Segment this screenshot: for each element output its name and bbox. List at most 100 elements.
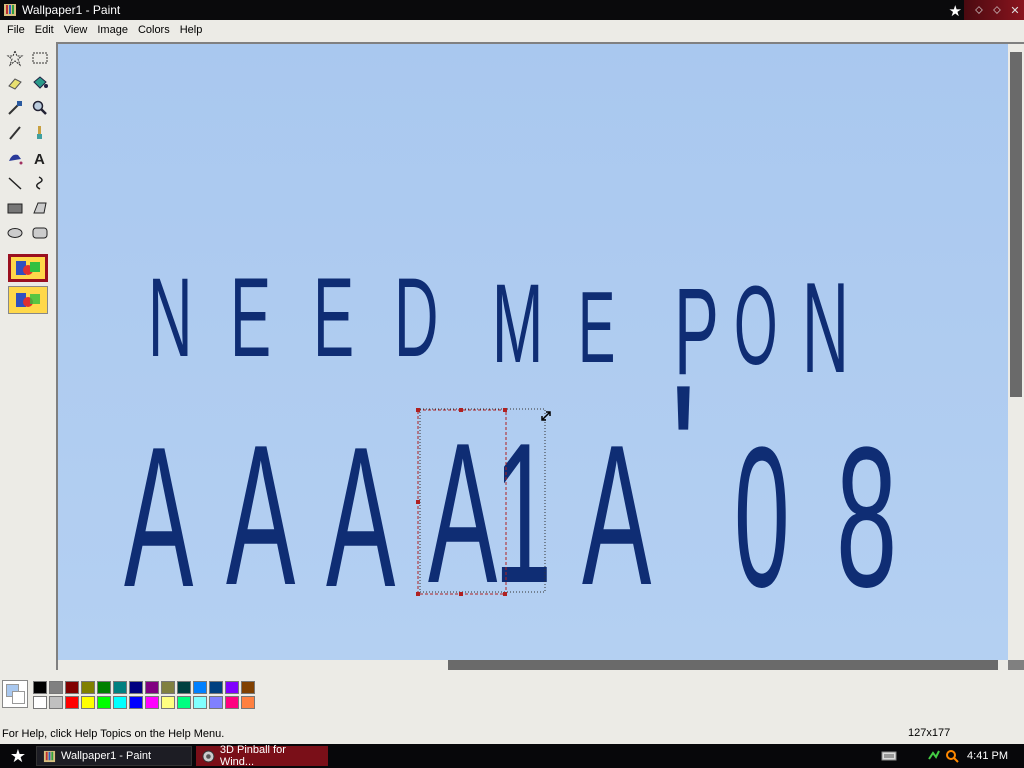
fill-tool[interactable] <box>29 72 51 94</box>
canvas-letter-a3: A <box>326 405 395 628</box>
airbrush-icon <box>9 154 23 165</box>
palette-swatch[interactable] <box>81 696 95 709</box>
task-paint[interactable]: Wallpaper1 - Paint <box>36 746 192 766</box>
palette-swatch[interactable] <box>241 681 255 694</box>
palette-swatch[interactable] <box>193 681 207 694</box>
canvas-letter-d: D <box>394 256 438 381</box>
clock[interactable]: 4:41 PM <box>967 750 1008 762</box>
start-button[interactable]: ★ <box>0 744 36 768</box>
palette-swatch[interactable] <box>145 696 159 709</box>
line-tool[interactable] <box>4 172 26 194</box>
menu-edit[interactable]: Edit <box>30 20 59 40</box>
magnifier-icon <box>32 100 47 115</box>
paint-bucket-icon <box>33 76 48 89</box>
canvas-letter-n: N <box>148 256 192 381</box>
menu-colors[interactable]: Colors <box>133 20 175 40</box>
eraser-icon <box>8 78 22 90</box>
palette-swatch[interactable] <box>145 681 159 694</box>
palette-swatch[interactable] <box>65 681 79 694</box>
palette-swatch[interactable] <box>225 681 239 694</box>
star-icon[interactable]: ★ <box>949 2 962 20</box>
palette-swatch[interactable] <box>49 681 63 694</box>
canvas-letter-a1: A <box>124 405 193 628</box>
palette-swatch[interactable] <box>177 681 191 694</box>
task-paint-label: Wallpaper1 - Paint <box>61 750 152 762</box>
search-icon[interactable] <box>945 749 959 763</box>
magnifier-tool[interactable] <box>29 97 51 119</box>
tool-box: A <box>0 42 56 662</box>
menu-file[interactable]: File <box>2 20 30 40</box>
ellipse-tool[interactable] <box>4 222 26 244</box>
canvas-digit-8: 8 <box>836 406 897 629</box>
canvas-letter-e2: E <box>313 256 354 381</box>
curve-tool[interactable] <box>29 172 51 194</box>
taskbar: ★ Wallpaper1 - Paint 3D Pinball for Wind… <box>0 744 1024 768</box>
palette-swatch[interactable] <box>209 681 223 694</box>
drawing-canvas[interactable]: N E E D M E P O N A A A A 1 A ' 0 8 <box>58 44 1008 660</box>
menu-view[interactable]: View <box>59 20 93 40</box>
palette-swatch[interactable] <box>81 681 95 694</box>
keyboard-icon[interactable] <box>881 750 897 762</box>
menu-help[interactable]: Help <box>175 20 208 40</box>
eyedropper-icon <box>8 101 22 115</box>
rounded-rectangle-tool[interactable] <box>29 222 51 244</box>
canvas-apostrophe: ' <box>670 343 697 567</box>
brush-tool[interactable] <box>29 122 51 144</box>
paint-app-icon <box>43 750 56 762</box>
palette-swatch[interactable] <box>193 696 207 709</box>
palette-swatch[interactable] <box>97 681 111 694</box>
rectangle-icon <box>7 203 23 214</box>
polygon-tool[interactable] <box>29 197 51 219</box>
palette-swatch[interactable] <box>209 696 223 709</box>
pencil-tool[interactable] <box>4 122 26 144</box>
pencil-icon <box>9 126 21 140</box>
palette-swatch[interactable] <box>129 681 143 694</box>
rounded-rect-icon <box>32 227 48 239</box>
select-tool[interactable] <box>29 47 51 69</box>
palette-swatch[interactable] <box>97 696 111 709</box>
svg-text:A: A <box>34 151 45 167</box>
task-pinball[interactable]: 3D Pinball for Wind... <box>196 744 328 768</box>
menu-image[interactable]: Image <box>92 20 133 40</box>
network-icon[interactable] <box>927 749 941 763</box>
transparent-selection-option[interactable] <box>8 286 48 314</box>
horizontal-scroll-thumb[interactable] <box>448 660 998 670</box>
canvas-letter-a4: A <box>428 401 497 624</box>
text-a-icon: A <box>34 151 45 167</box>
eraser-tool[interactable] <box>4 72 26 94</box>
palette-swatch[interactable] <box>161 681 175 694</box>
palette-swatch[interactable] <box>113 681 127 694</box>
palette-swatch[interactable] <box>65 696 79 709</box>
palette-swatch[interactable] <box>177 696 191 709</box>
close-button[interactable]: ✕ <box>1006 2 1024 18</box>
current-colors[interactable] <box>2 680 28 708</box>
restore-button[interactable]: ⬦ <box>988 2 1006 18</box>
palette-swatch[interactable] <box>241 696 255 709</box>
curve-icon <box>36 176 43 190</box>
free-form-select-tool[interactable] <box>4 47 26 69</box>
palette-swatch[interactable] <box>33 696 47 709</box>
rectangle-tool[interactable] <box>4 197 26 219</box>
vertical-scroll-thumb[interactable] <box>1010 52 1022 397</box>
canvas-letter-m: M <box>492 262 543 387</box>
horizontal-scrollbar[interactable] <box>58 660 1008 670</box>
task-pinball-label: 3D Pinball for Wind... <box>219 744 286 768</box>
palette-swatch[interactable] <box>161 696 175 709</box>
canvas-letter-e1: E <box>230 256 271 381</box>
palette-swatch[interactable] <box>33 681 47 694</box>
system-tray: 4:41 PM <box>881 744 1024 768</box>
airbrush-tool[interactable] <box>4 147 26 169</box>
minimize-button[interactable]: ⬦ <box>970 2 988 18</box>
palette-swatch[interactable] <box>49 696 63 709</box>
vertical-scrollbar[interactable] <box>1008 44 1024 660</box>
ellipse-icon <box>7 228 23 238</box>
palette-swatch[interactable] <box>225 696 239 709</box>
opaque-selection-option[interactable] <box>8 254 48 282</box>
pick-color-tool[interactable] <box>4 97 26 119</box>
palette-swatch[interactable] <box>113 696 127 709</box>
canvas-letter-n2: N <box>802 256 849 400</box>
dashed-rect-icon <box>32 52 48 64</box>
text-tool[interactable]: A <box>29 147 51 169</box>
polygon-icon <box>33 202 47 214</box>
palette-swatch[interactable] <box>129 696 143 709</box>
